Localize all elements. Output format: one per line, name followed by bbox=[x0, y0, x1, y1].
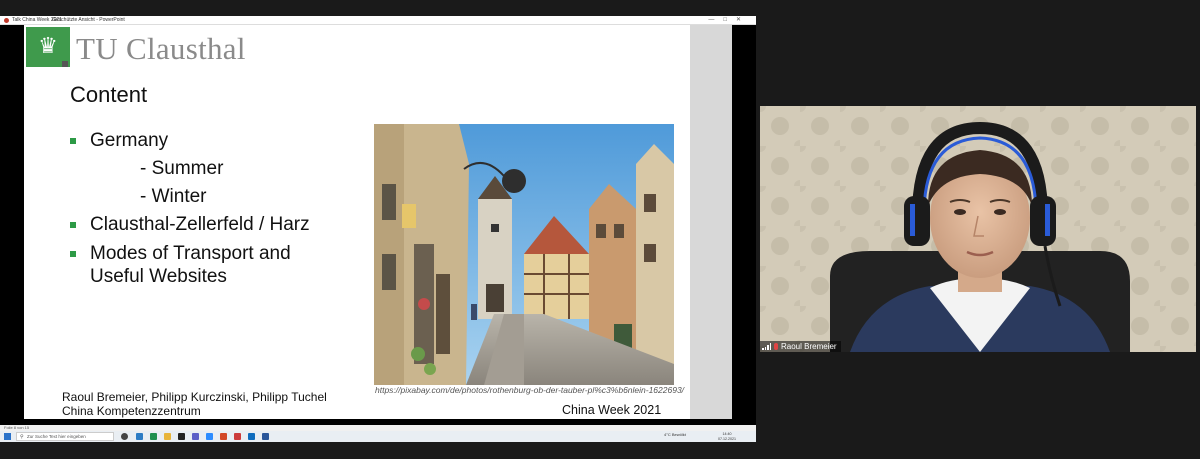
participant-name-tag: Raoul Bremeier bbox=[760, 341, 841, 352]
bullet-text: Modes of Transport and bbox=[90, 243, 291, 264]
signal-strength-icon bbox=[762, 343, 771, 350]
app-icon-red[interactable] bbox=[234, 433, 241, 440]
authors-line: Raoul Bremeier, Philipp Kurczinski, Phil… bbox=[62, 390, 327, 404]
rothenburg-street-photo bbox=[374, 124, 674, 385]
clock-date: 07.12.2021 bbox=[718, 436, 736, 441]
sub-bullet-summer: - Summer bbox=[140, 158, 224, 179]
window-controls[interactable]: —□✕ bbox=[708, 16, 750, 25]
bullet-marker bbox=[70, 222, 76, 228]
windows-start-icon[interactable] bbox=[4, 433, 11, 440]
university-name: TU Clausthal bbox=[76, 31, 246, 66]
participant-video bbox=[760, 106, 1196, 352]
search-placeholder: Zur Suche Text hier eingeben bbox=[27, 434, 86, 439]
participant-video-tile[interactable]: Raoul Bremeier bbox=[760, 106, 1196, 352]
slide-heading: Content bbox=[70, 82, 148, 107]
bullet-text: Clausthal-Zellerfeld / Harz bbox=[90, 214, 310, 235]
organization-line: China Kompetenzzentrum bbox=[62, 404, 201, 418]
photo-source-caption: https://pixabay.com/de/photos/rothenburg… bbox=[375, 385, 685, 395]
muted-microphone-icon bbox=[774, 343, 778, 350]
task-view-icon[interactable] bbox=[121, 433, 128, 440]
slide-counter: Folie 8 von 15 bbox=[4, 425, 30, 430]
event-name: China Week 2021 bbox=[562, 403, 662, 417]
chrome-icon[interactable] bbox=[150, 433, 157, 440]
windows-taskbar: ⚲ Zur Suche Text hier eingeben 4°C Bewöl… bbox=[0, 431, 756, 442]
bullet-marker bbox=[70, 251, 76, 257]
logo-accent-square bbox=[62, 61, 68, 67]
zoom-icon[interactable] bbox=[206, 433, 213, 440]
explorer-icon[interactable] bbox=[164, 433, 171, 440]
shared-screen: Talk China Week 2021 Geschützte Ansicht … bbox=[0, 16, 756, 442]
powerpoint-icon[interactable] bbox=[220, 433, 227, 440]
powerpoint-logo-icon bbox=[4, 18, 9, 23]
app-icon[interactable] bbox=[178, 433, 185, 440]
system-clock[interactable]: 14:40 07.12.2021 bbox=[718, 432, 736, 441]
participant-name: Raoul Bremeier bbox=[781, 342, 837, 351]
search-icon: ⚲ bbox=[20, 434, 24, 440]
word-icon[interactable] bbox=[262, 433, 269, 440]
powerpoint-title-bar: Talk China Week 2021 Geschützte Ansicht … bbox=[0, 16, 756, 25]
bullet-text: Germany bbox=[90, 130, 169, 151]
slide-authors: Raoul Bremeier, Philipp Kurczinski, Phil… bbox=[62, 390, 327, 418]
meeting-stage: Talk China Week 2021 Geschützte Ansicht … bbox=[0, 0, 1200, 459]
teams-icon[interactable] bbox=[192, 433, 199, 440]
slide: ♛ TU Clausthal Content Germany - Summer … bbox=[24, 25, 713, 422]
weather-status[interactable]: 4°C Bewölkt bbox=[664, 432, 686, 437]
window-title-suffix: Geschützte Ansicht - PowerPoint bbox=[52, 17, 125, 23]
crest-icon: ♛ bbox=[38, 34, 58, 59]
taskbar-search-input[interactable]: ⚲ Zur Suche Text hier eingeben bbox=[16, 432, 114, 441]
edge-icon[interactable] bbox=[136, 433, 143, 440]
slide-area: ♛ TU Clausthal Content Germany - Summer … bbox=[0, 25, 756, 425]
bullet-marker bbox=[70, 138, 76, 144]
slide-margin bbox=[690, 25, 732, 419]
sub-bullet-winter: - Winter bbox=[140, 186, 207, 207]
bullet-text: Useful Websites bbox=[90, 266, 227, 287]
outlook-icon[interactable] bbox=[248, 433, 255, 440]
